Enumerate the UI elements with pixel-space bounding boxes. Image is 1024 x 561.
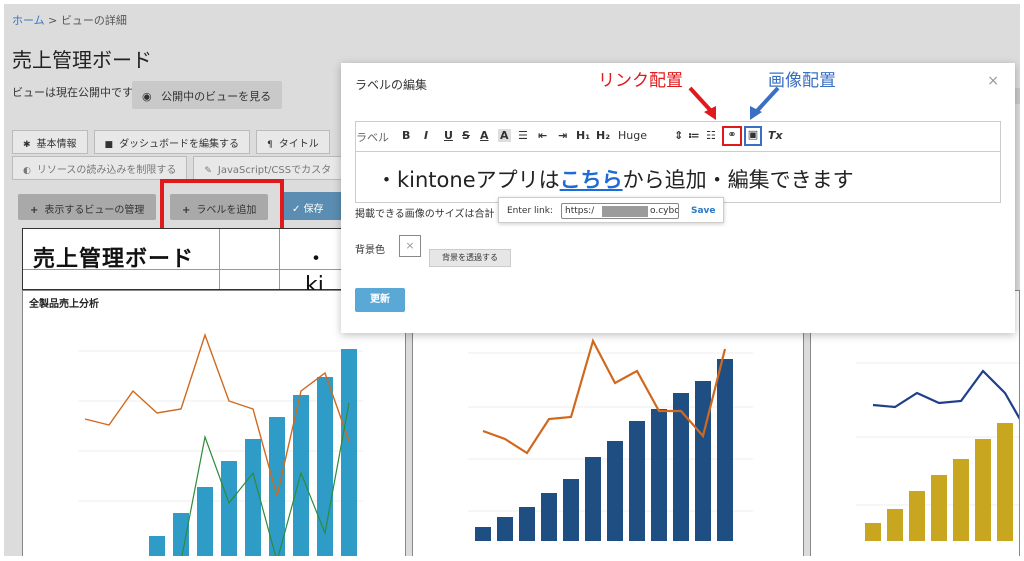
- blue-arrow: [754, 86, 780, 114]
- callout-arrows: [688, 86, 780, 120]
- red-arrow: [688, 86, 714, 114]
- app-window: ホーム > ビューの詳細 売上管理ボード ビューは現在公開中です ◉ 公開中のビ…: [4, 4, 1020, 556]
